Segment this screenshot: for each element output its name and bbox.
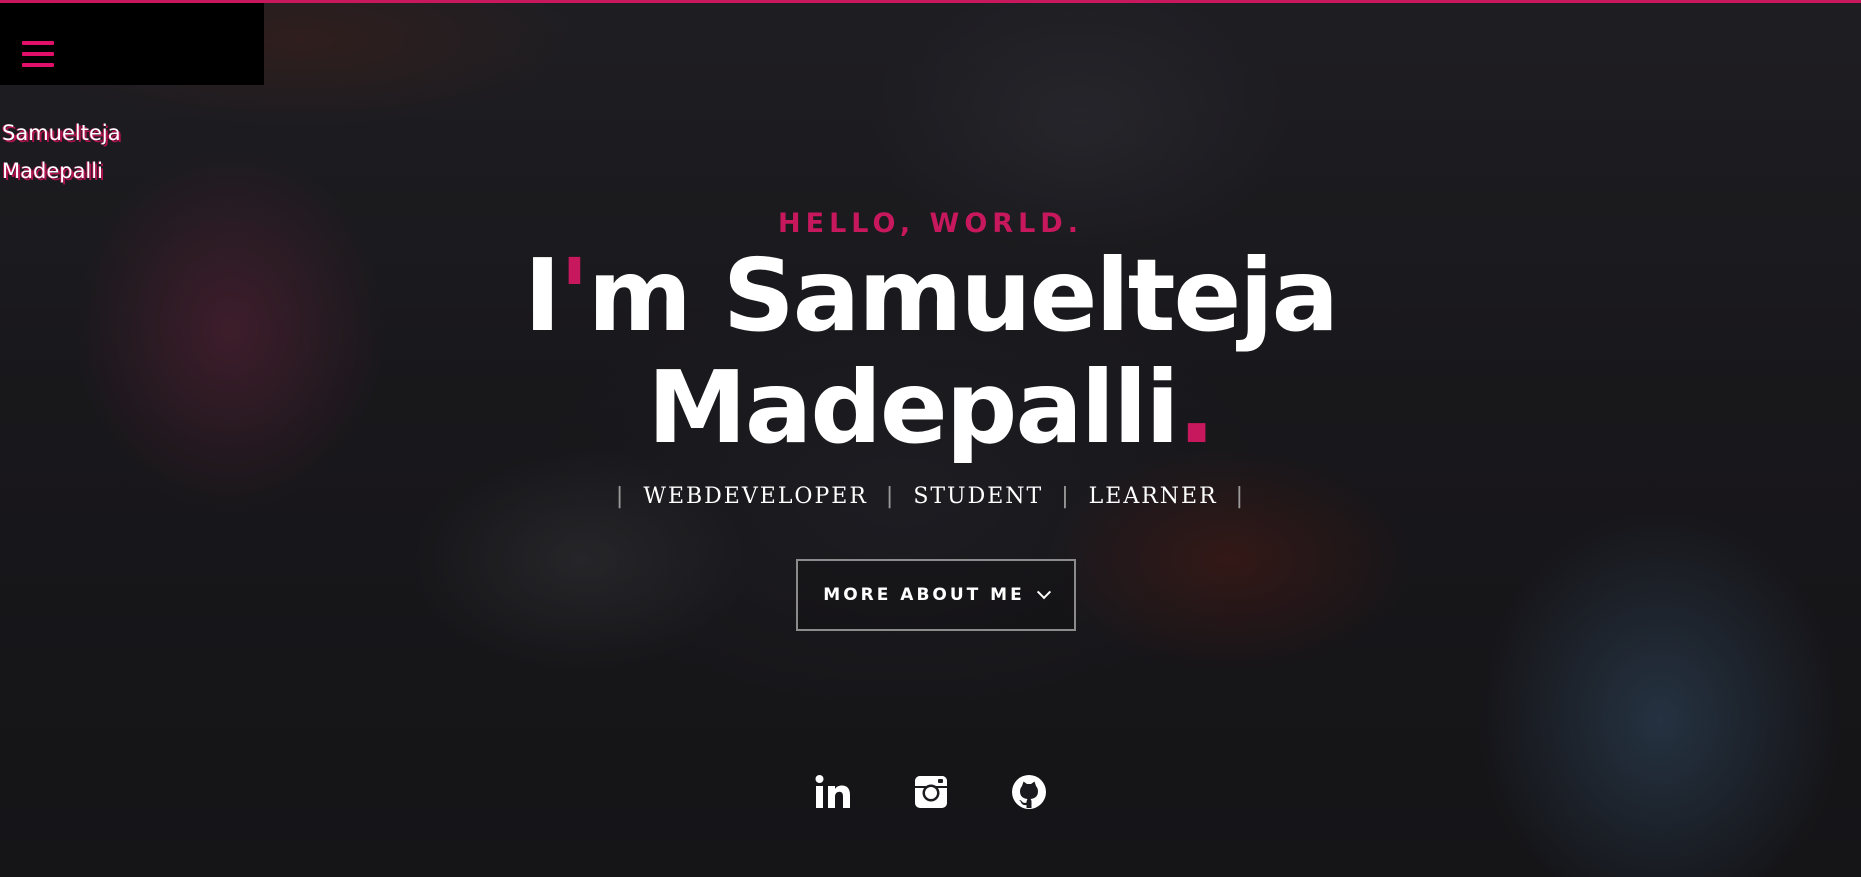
role-learner: LEARNER [1088, 484, 1218, 509]
logo-first-name: Samuelteja [2, 121, 121, 145]
headline-apostrophe: ' [559, 237, 590, 354]
social-links [0, 772, 1861, 812]
more-about-me-label: MORE ABOUT ME [823, 585, 1025, 605]
hero-headline: I'm Samuelteja Madepalli. [0, 240, 1861, 464]
role-student: STUDENT [913, 484, 1044, 509]
role-separator: | [885, 484, 896, 509]
role-webdeveloper: WEBDEVELOPER [643, 484, 868, 509]
headline-dot: . [1177, 349, 1216, 466]
headline-i: I [523, 237, 561, 354]
role-separator: | [615, 484, 626, 509]
headline-first-name: m Samuelteja [587, 237, 1339, 354]
top-accent-bar [0, 0, 1861, 3]
instagram-icon[interactable] [911, 772, 951, 812]
hero-greeting: HELLO, WORLD. [778, 208, 1083, 239]
headline-last-name: Madepalli [647, 349, 1179, 466]
role-separator: | [1235, 484, 1246, 509]
logo-last-name: Madepalli [2, 159, 103, 183]
github-icon[interactable] [1009, 772, 1049, 812]
more-about-me-button[interactable]: MORE ABOUT ME [796, 559, 1076, 631]
headline-line-1: I'm Samuelteja [0, 240, 1861, 352]
hamburger-menu-icon[interactable] [22, 41, 54, 67]
headline-line-2: Madepalli. [0, 352, 1861, 464]
chevron-down-icon [1036, 585, 1051, 600]
menu-box [0, 3, 264, 85]
hero-roles: | WEBDEVELOPER | STUDENT | LEARNER | [0, 484, 1861, 509]
site-logo-name[interactable]: Samuelteja Madepalli [2, 114, 202, 190]
role-separator: | [1061, 484, 1071, 509]
linkedin-icon[interactable] [813, 772, 853, 812]
